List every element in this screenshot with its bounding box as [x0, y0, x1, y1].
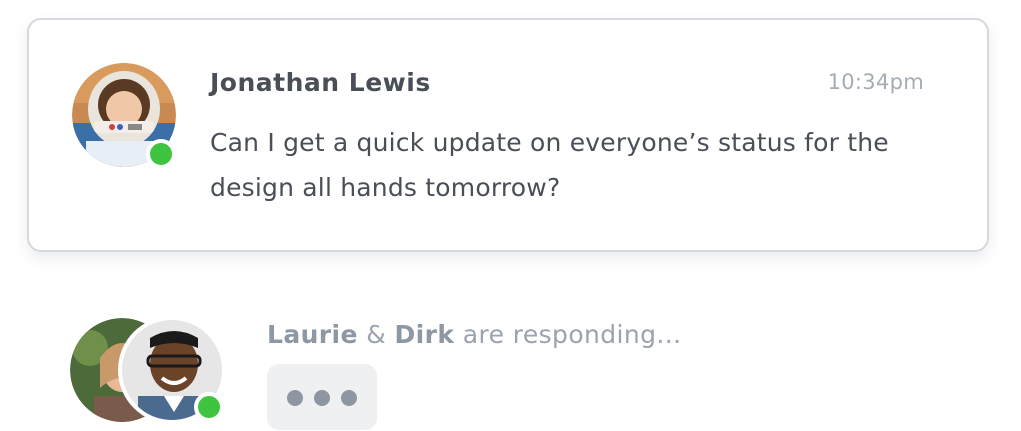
typing-dot-icon [287, 390, 303, 406]
message-author[interactable]: Jonathan Lewis [210, 68, 431, 97]
message-text: Can I get a quick update on everyone’s s… [210, 128, 889, 202]
typing-suffix: are responding... [462, 320, 682, 349]
typing-avatar-dirk[interactable] [118, 316, 226, 424]
message-timestamp: 10:34pm [827, 70, 924, 94]
online-status-dot [146, 139, 176, 169]
typing-user-dirk[interactable]: Dirk [394, 320, 454, 349]
typing-dot-icon [341, 390, 357, 406]
typing-joiner: & [366, 320, 387, 349]
chat-panel: Jonathan Lewis 10:34pm Can I get a quick… [0, 0, 1021, 431]
typing-user-laurie[interactable]: Laurie [267, 320, 358, 349]
typing-indicator-bubble [267, 364, 377, 430]
typing-status: Laurie & Dirk are responding... [267, 320, 681, 349]
online-status-dot [194, 392, 224, 422]
typing-dot-icon [314, 390, 330, 406]
author-avatar[interactable] [72, 63, 176, 169]
message-card[interactable]: Jonathan Lewis 10:34pm Can I get a quick… [27, 18, 989, 252]
